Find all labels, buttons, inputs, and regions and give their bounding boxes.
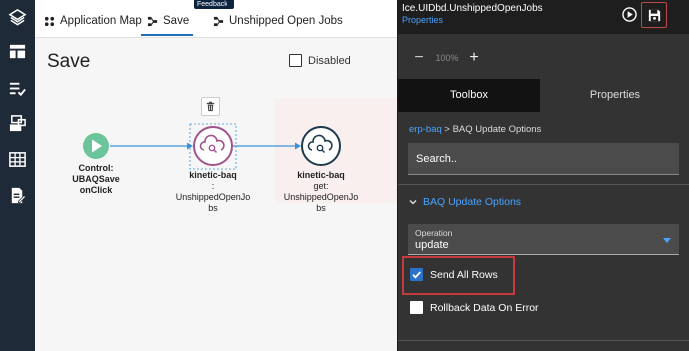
checklist-icon[interactable] <box>8 79 27 98</box>
left-nav-rail <box>0 0 35 351</box>
breadcrumb: erp-baq > BAQ Update Options <box>409 124 541 135</box>
breadcrumb-separator: > <box>444 124 450 135</box>
trash-icon <box>206 101 215 112</box>
node-label-line: bs <box>316 203 326 213</box>
preview-play-icon[interactable] <box>622 7 637 22</box>
operation-select[interactable]: Operation update <box>408 224 679 255</box>
panel-subtitle-link[interactable]: Properties <box>402 15 443 25</box>
data-views-icon[interactable] <box>8 114 27 133</box>
properties-panel: Ice.UIDbd.UnshippedOpenJobs Properties −… <box>397 0 689 351</box>
save-button[interactable] <box>641 2 667 28</box>
target-node-label: kinetic-baq get: UnshippedOpenJo bs <box>283 170 359 214</box>
divider <box>398 184 689 185</box>
panel-title: Ice.UIDbd.UnshippedOpenJobs <box>402 3 543 14</box>
section-title: BAQ Update Options <box>423 196 522 208</box>
node-label-line: UBAQSave <box>72 174 120 184</box>
node-label-line: kinetic-baq <box>297 170 345 180</box>
node-label-line: bs <box>208 203 218 213</box>
tab-toolbox[interactable]: Toolbox <box>398 79 540 112</box>
grid-icon[interactable] <box>8 150 27 169</box>
node-label-line: onClick <box>79 185 113 195</box>
breadcrumb-link[interactable]: erp-baq <box>409 124 442 135</box>
tab-properties[interactable]: Properties <box>540 79 689 112</box>
divider <box>398 340 689 341</box>
node-label-line: kinetic-baq <box>189 170 237 180</box>
start-node-label: Control: UBAQSave onClick <box>71 163 121 196</box>
panel-header: Ice.UIDbd.UnshippedOpenJobs Properties <box>398 0 689 34</box>
dropdown-caret-icon <box>663 238 671 243</box>
node-label-line: Control: <box>78 163 114 173</box>
selected-node-label: kinetic-baq : UnshippedOpenJo bs <box>175 170 251 214</box>
node-label-line: : <box>211 181 215 191</box>
rollback-checkbox[interactable] <box>410 301 423 314</box>
connector-arrow <box>295 142 301 150</box>
zoom-level: 100% <box>435 53 459 63</box>
node-label-line: UnshippedOpenJo <box>283 192 359 202</box>
rollback-label: Rollback Data On Error <box>430 302 539 314</box>
event-canvas: Application Map Save Unshipped Open Jobs… <box>35 0 397 351</box>
layout-icon[interactable] <box>8 42 27 61</box>
chevron-down-icon <box>409 200 417 205</box>
checkmark-icon <box>412 271 421 279</box>
node-label-line: UnshippedOpenJo <box>175 192 251 202</box>
zoom-in-button[interactable]: + <box>465 48 483 68</box>
operation-label: Operation <box>415 228 453 238</box>
send-all-rows-label: Send All Rows <box>430 269 498 281</box>
delete-node-button[interactable] <box>201 97 220 116</box>
operation-value: update <box>415 239 449 251</box>
edit-document-icon[interactable] <box>8 186 27 205</box>
layers-icon[interactable] <box>8 8 27 27</box>
save-icon <box>648 9 660 21</box>
zoom-out-button[interactable]: − <box>410 48 428 68</box>
breadcrumb-current: BAQ Update Options <box>452 124 542 135</box>
section-header-baq-update-options[interactable]: BAQ Update Options <box>409 196 521 208</box>
send-all-rows-checkbox[interactable] <box>410 268 423 281</box>
search-input[interactable]: Search.. <box>408 143 679 175</box>
node-label-line: get: <box>313 181 329 191</box>
